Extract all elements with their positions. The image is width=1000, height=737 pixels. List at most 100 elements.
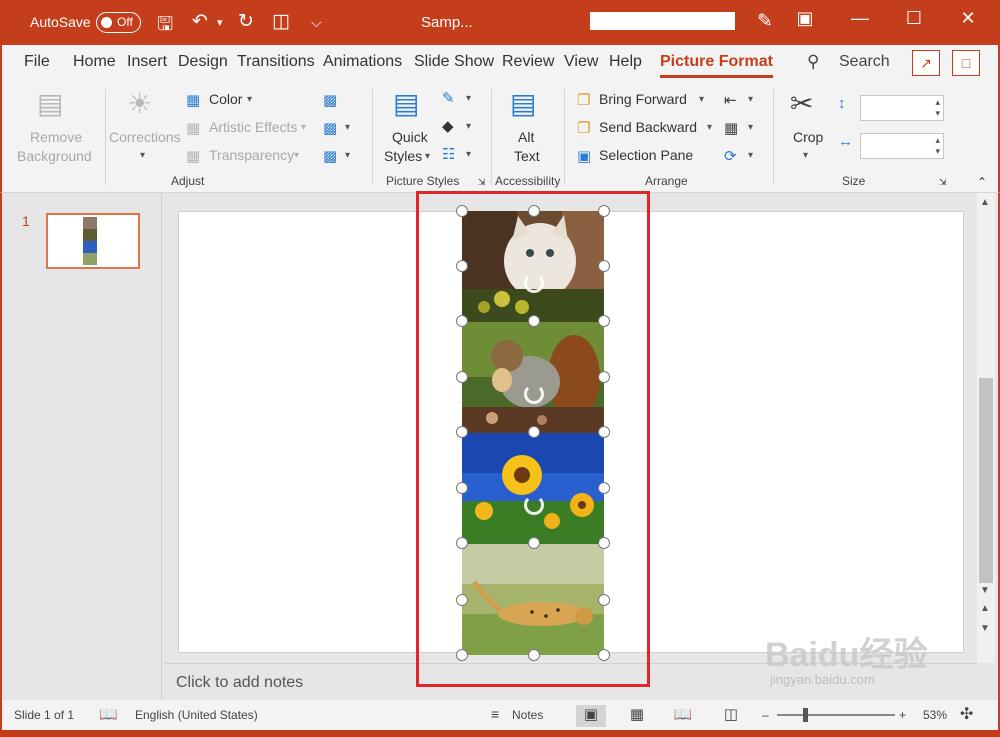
reset-picture-icon[interactable]: ▩: [323, 147, 337, 165]
corrections-label[interactable]: Corrections: [109, 129, 181, 145]
chevron-down-icon[interactable]: ▾: [466, 149, 471, 160]
tab-slide-show[interactable]: Slide Show: [414, 53, 494, 71]
share-icon[interactable]: ↗: [912, 50, 940, 76]
rotate-icon[interactable]: ⟳: [724, 147, 737, 165]
search-label[interactable]: Search: [839, 53, 890, 71]
picture-border-icon[interactable]: ✎: [442, 89, 455, 107]
zoom-slider-track[interactable]: [777, 714, 895, 716]
chevron-down-icon[interactable]: ▾: [345, 150, 350, 161]
chevron-down-icon[interactable]: ▾: [140, 150, 145, 161]
search-icon[interactable]: ⚲: [807, 52, 819, 72]
previous-slide-icon[interactable]: ▲: [980, 603, 990, 614]
chevron-down-icon[interactable]: ▾: [466, 93, 471, 104]
zoom-percent[interactable]: 53%: [923, 708, 947, 722]
change-picture-icon[interactable]: ▩: [323, 119, 337, 137]
chevron-down-icon[interactable]: ▾: [247, 94, 252, 105]
save-icon[interactable]: 🖫: [157, 10, 173, 42]
zoom-out-button[interactable]: –: [762, 708, 769, 722]
undo-icon[interactable]: ↶: [192, 10, 208, 33]
customize-icon[interactable]: ⌵: [311, 14, 322, 31]
align-icon[interactable]: ⇤: [724, 91, 737, 109]
send-backward-icon[interactable]: ❐: [577, 119, 590, 137]
chevron-down-icon[interactable]: ▾: [345, 122, 350, 133]
scroll-up-icon[interactable]: ▲: [980, 197, 990, 208]
present-icon[interactable]: ◫: [272, 10, 290, 33]
next-slide-icon[interactable]: ▼: [980, 623, 990, 634]
selection-pane-icon[interactable]: ▣: [577, 147, 591, 165]
accessibility-check-icon[interactable]: 📖: [99, 705, 118, 723]
zoom-slider-thumb[interactable]: [803, 708, 808, 722]
alt-text-icon[interactable]: ▤: [510, 87, 536, 120]
chevron-down-icon[interactable]: ▾: [699, 94, 704, 105]
corrections-icon[interactable]: ☀: [127, 87, 152, 120]
height-field[interactable]: [860, 95, 944, 121]
notes-button[interactable]: Notes: [512, 708, 543, 722]
quick-styles-icon[interactable]: ▤: [393, 87, 419, 120]
dialog-launcher-icon[interactable]: ⇲: [939, 177, 947, 188]
crop-icon[interactable]: ✂: [790, 87, 813, 120]
scrollbar-thumb[interactable]: [979, 378, 993, 583]
chevron-down-icon[interactable]: ▾: [748, 122, 753, 133]
reading-view-icon[interactable]: 📖: [668, 705, 698, 727]
send-backward-label[interactable]: Send Backward: [599, 119, 697, 135]
tab-file[interactable]: File: [24, 53, 50, 71]
undo-dropdown-icon[interactable]: ▾: [217, 16, 223, 29]
quick-styles-label-1[interactable]: Quick: [392, 129, 428, 145]
artistic-effects-icon[interactable]: ▦: [186, 119, 200, 137]
transparency-icon[interactable]: ▦: [186, 147, 200, 165]
chevron-down-icon[interactable]: ▾: [748, 150, 753, 161]
notes-placeholder[interactable]: Click to add notes: [176, 674, 303, 692]
bring-forward-label[interactable]: Bring Forward: [599, 91, 687, 107]
crop-label[interactable]: Crop: [793, 129, 823, 145]
chevron-down-icon[interactable]: ▾: [425, 151, 430, 162]
alt-text-label-1[interactable]: Alt: [518, 129, 534, 145]
color-icon[interactable]: ▦: [186, 91, 200, 109]
color-label[interactable]: Color: [209, 91, 242, 107]
tab-home[interactable]: Home: [73, 53, 116, 71]
chevron-down-icon[interactable]: ▾: [748, 94, 753, 105]
artistic-effects-label[interactable]: Artistic Effects: [209, 119, 297, 135]
chevron-down-icon[interactable]: ▾: [803, 150, 808, 161]
remove-background-icon[interactable]: ▤: [37, 87, 63, 120]
selection-pane-label[interactable]: Selection Pane: [599, 147, 693, 163]
picture-layout-icon[interactable]: ☷: [442, 145, 455, 163]
remove-background-label-2[interactable]: Background: [17, 148, 92, 164]
tab-review[interactable]: Review: [502, 53, 554, 71]
maximize-icon[interactable]: ☐: [899, 8, 929, 29]
tab-transitions[interactable]: Transitions: [237, 53, 315, 71]
chevron-down-icon[interactable]: ▾: [294, 150, 299, 161]
tab-insert[interactable]: Insert: [127, 53, 167, 71]
quick-styles-label-2[interactable]: Styles: [384, 148, 422, 164]
fit-to-window-icon[interactable]: ✣: [960, 704, 973, 724]
transparency-label[interactable]: Transparency: [209, 147, 294, 163]
chevron-down-icon[interactable]: ▾: [466, 121, 471, 132]
normal-view-icon[interactable]: ▣: [576, 705, 606, 727]
close-icon[interactable]: ✕: [953, 8, 983, 29]
alt-text-label-2[interactable]: Text: [514, 148, 540, 164]
tab-design[interactable]: Design: [178, 53, 228, 71]
scroll-down-icon[interactable]: ▼: [980, 585, 990, 596]
chevron-down-icon[interactable]: ▾: [707, 122, 712, 133]
collapse-ribbon-icon[interactable]: ⌃: [977, 175, 987, 189]
bring-forward-icon[interactable]: ❐: [577, 91, 590, 109]
chevron-down-icon[interactable]: ▾: [301, 122, 306, 133]
autosave-toggle[interactable]: Off: [96, 12, 141, 33]
slide-show-icon[interactable]: ◫: [716, 705, 746, 727]
dialog-launcher-icon[interactable]: ⇲: [478, 177, 486, 188]
notes-icon[interactable]: ≡: [491, 706, 499, 722]
designer-icon[interactable]: ✎: [757, 10, 773, 33]
remove-background-label-1[interactable]: Remove: [30, 129, 82, 145]
tab-picture-format[interactable]: Picture Format: [660, 53, 773, 78]
width-field[interactable]: [860, 133, 944, 159]
comments-icon[interactable]: □: [952, 50, 980, 76]
redo-icon[interactable]: ↻: [238, 10, 254, 33]
tab-view[interactable]: View: [564, 53, 598, 71]
ribbon-display-icon[interactable]: ▣: [790, 8, 820, 29]
picture-effects-icon[interactable]: ◆: [442, 117, 454, 135]
language-label[interactable]: English (United States): [135, 708, 258, 722]
zoom-in-button[interactable]: +: [899, 708, 906, 722]
compress-pictures-icon[interactable]: ▩: [323, 91, 337, 109]
tab-help[interactable]: Help: [609, 53, 642, 71]
slide-thumbnail[interactable]: [46, 213, 140, 269]
minimize-icon[interactable]: —: [845, 8, 875, 29]
